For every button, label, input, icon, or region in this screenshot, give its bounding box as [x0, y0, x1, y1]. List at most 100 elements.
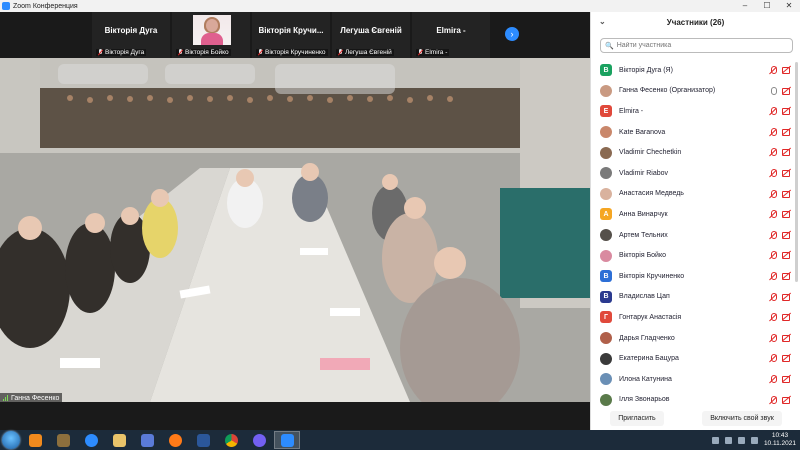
mic-icon — [769, 86, 777, 96]
participant-name: Дарья Гладченко — [619, 334, 675, 342]
participant-row[interactable]: Дарья Гладченко — [591, 328, 800, 349]
tile-name: Elmira - — [436, 26, 466, 35]
avatar: В — [600, 64, 612, 77]
network-icon[interactable] — [737, 436, 745, 444]
maximize-button[interactable]: ☐ — [756, 0, 778, 12]
avatar: Г — [600, 311, 612, 324]
participant-row[interactable]: Vladimir Chechetkin — [591, 142, 800, 163]
video-off-icon — [782, 354, 791, 363]
muted-mic-icon — [769, 333, 777, 343]
muted-mic-icon — [769, 230, 777, 240]
taskbar-app-chrome[interactable] — [218, 431, 244, 449]
taskbar-app-ie[interactable] — [78, 431, 104, 449]
muted-mic-icon — [769, 292, 777, 302]
participant-row[interactable]: А Анна Винарчук — [591, 204, 800, 225]
participant-row[interactable]: Артем Тельних — [591, 225, 800, 246]
taskbar-app-firefox[interactable] — [162, 431, 188, 449]
muted-mic-icon — [769, 313, 777, 322]
participant-row[interactable]: Г Гонтарук Анастасія — [591, 307, 800, 328]
participant-name: Вікторія Кручиненко — [619, 272, 685, 280]
participant-name: Kate Baranova — [619, 128, 666, 136]
unmute-self-button[interactable]: Включить свой звук — [702, 410, 782, 426]
avatar: E — [600, 105, 612, 118]
speaker-name: Ганна Фесенко — [11, 394, 60, 402]
clock-time: 10:43 — [771, 432, 789, 439]
video-tile[interactable]: Elmira - Elmira - — [412, 12, 490, 58]
taskbar-app-virtual[interactable] — [134, 431, 160, 449]
muted-mic-icon — [769, 168, 777, 178]
clock-date: 10.11.2021 — [763, 440, 796, 447]
participant-name: Вікторія Дуга (Я) — [619, 66, 673, 74]
taskbar-app-media[interactable] — [50, 431, 76, 449]
muted-mic-icon — [769, 395, 777, 405]
tile-footer-name: Elmira - — [425, 49, 448, 56]
video-tile[interactable]: Легуша Євгеній Легуша Євгеній — [332, 12, 410, 58]
participant-row[interactable]: Kate Baranova — [591, 122, 800, 143]
avatar — [600, 229, 612, 242]
participant-row[interactable]: Вікторія Бойко — [591, 245, 800, 266]
avatar — [600, 126, 612, 139]
participant-name: Артем Тельних — [619, 231, 668, 239]
muted-mic-icon — [418, 49, 423, 56]
participant-search: 🔍 — [600, 38, 793, 53]
avatar — [600, 332, 612, 345]
close-button[interactable]: ✕ — [778, 0, 800, 12]
search-icon: 🔍 — [605, 42, 614, 50]
participant-row[interactable]: Vladimir Riabov — [591, 163, 800, 184]
taskbar-app-viber[interactable] — [246, 431, 272, 449]
muted-mic-icon — [769, 271, 777, 281]
tray-icon[interactable] — [711, 436, 719, 444]
system-tray: 10:43 10.11.2021 — [711, 432, 800, 448]
participant-row[interactable]: В Вікторія Кручиненко — [591, 266, 800, 287]
participants-title: Участники (26) — [666, 17, 725, 27]
avatar — [600, 146, 612, 159]
video-off-icon — [782, 169, 791, 177]
participant-row[interactable]: Илона Катунина — [591, 369, 800, 390]
video-off-icon — [782, 231, 791, 239]
video-off-icon — [782, 375, 791, 383]
tile-footer-name: Вікторія Бойко — [185, 49, 229, 56]
video-off-icon — [782, 148, 791, 157]
zoom-window: Zoom Конференция – ☐ ✕ Вікторія Дуга Вік… — [0, 0, 800, 450]
participant-row[interactable]: Ганна Фесенко (Организатор) — [591, 81, 800, 102]
tile-footer-name: Вікторія Дуга — [105, 49, 145, 56]
participant-row[interactable]: Екатерина Бацура — [591, 348, 800, 369]
muted-mic-icon — [769, 66, 777, 75]
next-page-button[interactable]: › — [505, 27, 519, 41]
muted-mic-icon — [178, 49, 183, 56]
chevron-down-icon[interactable]: ⌄ — [599, 17, 606, 26]
participant-row[interactable]: В Вікторія Дуга (Я) — [591, 60, 800, 81]
taskbar-app-explorer[interactable] — [106, 431, 132, 449]
minimize-button[interactable]: – — [734, 0, 756, 12]
video-tile[interactable]: Вікторія Бойко — [172, 12, 250, 58]
tile-name: Вікторія Дуга — [104, 26, 158, 35]
taskbar-app-zoom[interactable] — [274, 431, 300, 449]
main-video[interactable]: Ганна Фесенко — [0, 58, 590, 402]
muted-mic-icon — [769, 354, 777, 363]
participants-panel: ⌄ Участники (26) 🔍 В Вікторія Дуга (Я) Ган… — [590, 12, 800, 430]
participant-row[interactable]: В Владислав Цап — [591, 287, 800, 308]
video-tile[interactable]: Вікторія Дуга Вікторія Дуга — [92, 12, 170, 58]
search-input[interactable] — [616, 42, 777, 49]
clock[interactable]: 10:43 10.11.2021 — [764, 432, 796, 448]
taskbar-app-word[interactable] — [190, 431, 216, 449]
participant-name: Владислав Цап — [619, 293, 670, 301]
avatar: В — [600, 290, 612, 303]
meeting-stage: Вікторія Дуга Вікторія Дуга Вікторія Бой… — [0, 12, 590, 430]
participants-list: В Вікторія Дуга (Я) Ганна Фесенко (Организ… — [591, 60, 800, 420]
conference-room-scene — [0, 58, 590, 402]
tray-icon[interactable] — [724, 436, 732, 444]
avatar — [600, 249, 612, 262]
scrollbar[interactable] — [795, 62, 798, 282]
start-button[interactable] — [2, 431, 20, 449]
muted-mic-icon — [769, 107, 777, 116]
video-tile[interactable]: Вікторія Кручи... Вікторія Кручиненко — [252, 12, 330, 58]
active-speaker-label: Ганна Фесенко — [0, 393, 63, 402]
participant-name: Vladimir Chechetkin — [619, 149, 682, 157]
participant-row[interactable]: E Elmira - — [591, 101, 800, 122]
volume-icon[interactable] — [750, 436, 758, 444]
participant-row[interactable]: Анастасия Медведь — [591, 184, 800, 205]
taskbar-app-vlc[interactable] — [22, 431, 48, 449]
invite-button[interactable]: Пригласить — [610, 410, 664, 426]
video-off-icon — [782, 87, 791, 95]
